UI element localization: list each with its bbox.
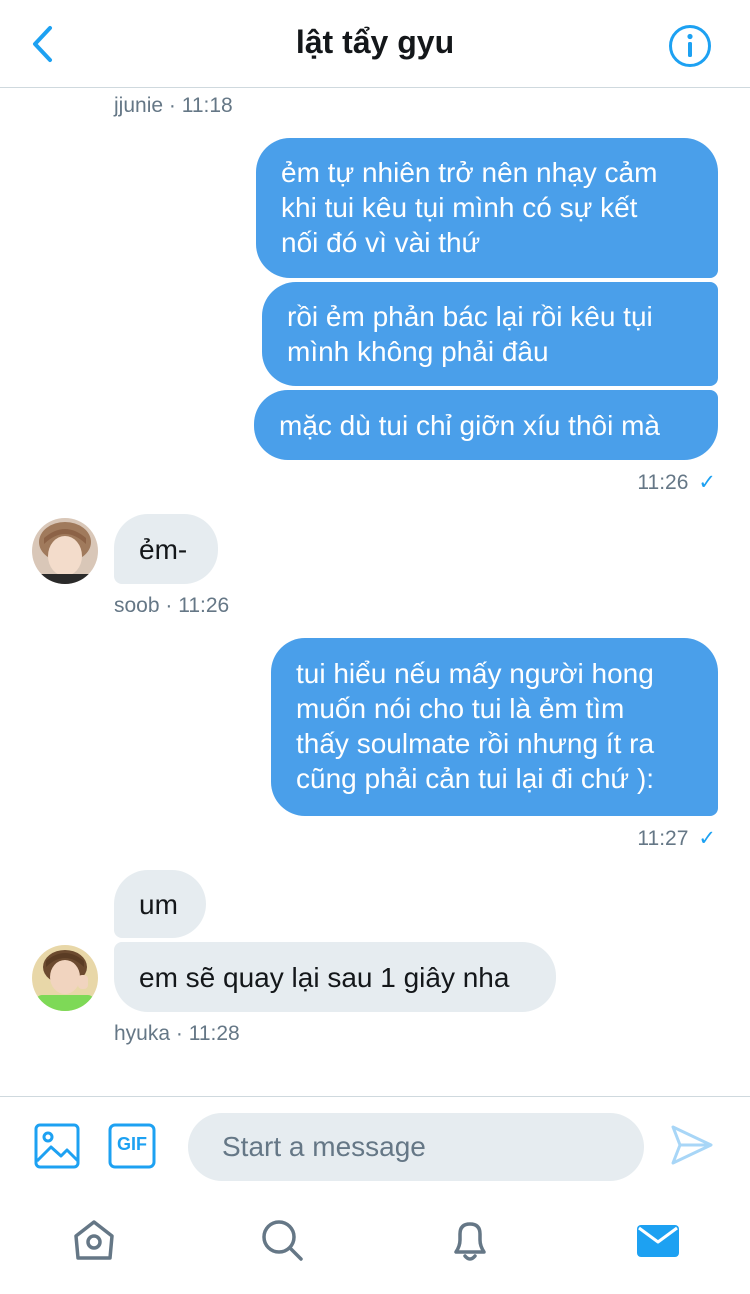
avatar-hyuka[interactable] [32,945,98,1011]
message-meta-hyuka: hyuka · 11:28 [114,1022,240,1046]
outgoing-message-bubble[interactable]: rồi ẻm phản bác lại rồi kêu tụi mình khô… [262,282,718,386]
check-icon: ✓ [698,827,716,850]
message-line: cũng phải cản tui lại đi chứ ): [296,763,655,794]
mail-icon [637,1225,679,1257]
tab-messages[interactable] [634,1216,682,1264]
avatar-soob[interactable] [32,518,98,584]
message-composer: GIF [0,1096,750,1198]
message-meta-outgoing: 11:26 ✓ [637,470,716,495]
message-time: 11:28 [188,1022,240,1045]
tab-home[interactable] [70,1216,118,1264]
incoming-message-bubble[interactable]: em sẽ quay lại sau 1 giây nha [114,942,556,1012]
outgoing-message-bubble[interactable]: tui hiểu nếu mấy người hong muốn nói cho… [271,638,718,816]
meta-separator: · [175,1022,183,1045]
message-line: khi tui kêu tụi mình có sự kết [281,192,638,223]
conversation-title[interactable]: lật tẩy gyu [0,24,750,61]
check-icon: ✓ [698,471,716,494]
message-meta-soob: soob · 11:26 [114,594,229,618]
sender-name: soob [114,594,160,617]
home-icon [74,1220,114,1260]
gif-button[interactable]: GIF [108,1123,156,1169]
message-line: em sẽ quay lại sau 1 giây nha [139,962,510,993]
message-line: um [139,889,178,920]
message-input[interactable] [188,1113,644,1181]
message-time: 11:26 [637,471,689,494]
message-line: tui hiểu nếu mấy người hong [296,658,654,689]
meta-separator: · [165,594,173,617]
message-line: ẻm- [139,534,188,565]
sender-name: hyuka [114,1022,171,1045]
message-line: rồi ẻm phản bác lại rồi kêu tụi [287,301,653,332]
send-button[interactable] [670,1123,714,1167]
tab-bar [0,1198,750,1294]
meta-separator: · [168,94,176,117]
incoming-message-bubble[interactable]: ẻm- [114,514,218,584]
info-icon [669,25,711,67]
tab-search[interactable] [258,1216,306,1264]
message-line: thấy soulmate rồi nhưng ít ra [296,728,655,759]
message-line: muốn nói cho tui là ẻm tìm [296,693,625,724]
sender-name: jjunie [114,94,164,117]
message-time: 11:26 [178,594,230,617]
message-line: nối đó vì vài thứ [281,227,481,258]
avatar-image [32,945,98,1011]
avatar-image [32,518,98,584]
message-meta-jjunie: jjunie · 11:18 [114,94,233,118]
image-icon [34,1123,80,1169]
info-button[interactable] [668,24,712,68]
message-line: mình không phải đâu [287,336,549,367]
gif-label: GIF [117,1134,147,1154]
message-line: mặc dù tui chỉ giỡn xíu thôi mà [279,410,660,441]
message-meta-outgoing: 11:27 ✓ [637,826,716,851]
message-time: 11:27 [637,827,689,850]
conversation-header: lật tẩy gyu [0,0,750,88]
outgoing-message-bubble[interactable]: ẻm tự nhiên trở nên nhạy cảm khi tui kêu… [256,138,718,278]
incoming-message-bubble[interactable]: um [114,870,206,938]
message-line: ẻm tự nhiên trở nên nhạy cảm [281,157,658,188]
outgoing-message-bubble[interactable]: mặc dù tui chỉ giỡn xíu thôi mà [254,390,718,460]
tab-notifications[interactable] [446,1216,494,1264]
image-button[interactable] [34,1123,80,1169]
message-time: 11:18 [181,94,233,117]
send-icon [671,1125,713,1165]
bell-icon [454,1222,486,1261]
search-icon [262,1220,303,1261]
